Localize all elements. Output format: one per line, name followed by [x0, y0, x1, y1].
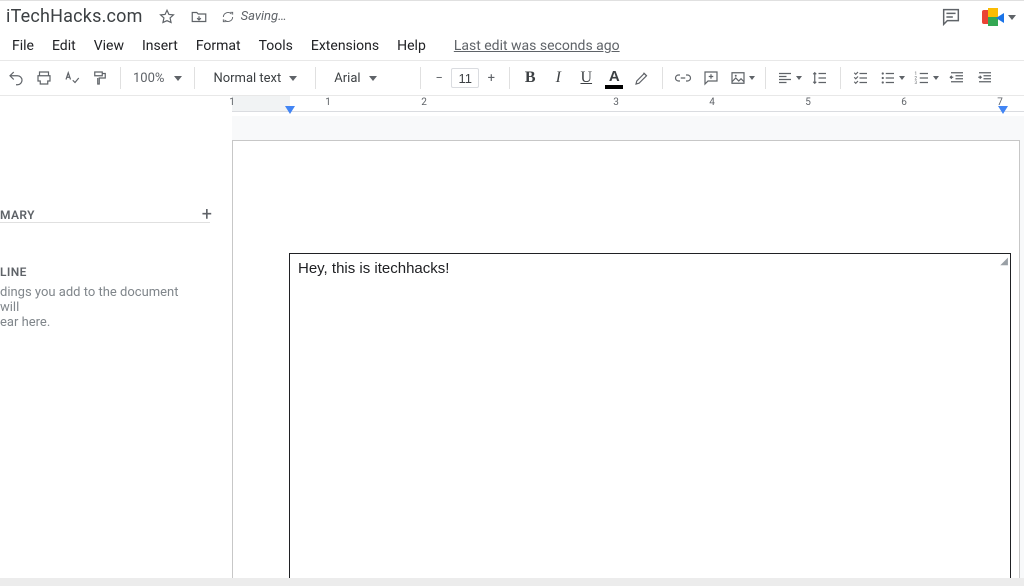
italic-button[interactable]: I [546, 65, 570, 91]
menu-tools[interactable]: Tools [251, 35, 301, 57]
separator [120, 67, 121, 89]
insert-link-button[interactable] [671, 65, 695, 91]
font-size-increase-button[interactable]: + [481, 68, 501, 88]
menu-insert[interactable]: Insert [134, 35, 186, 57]
font-size-decrease-button[interactable]: − [429, 68, 449, 88]
text-box[interactable]: ◢ Hey, this is itechhacks! [289, 253, 1011, 578]
separator [840, 67, 841, 89]
chevron-down-icon [1008, 15, 1016, 20]
document-title[interactable]: iTechHacks.com [6, 6, 143, 27]
chevron-down-icon [289, 76, 297, 81]
separator [315, 67, 316, 89]
paint-format-button[interactable] [88, 65, 112, 91]
separator [194, 67, 195, 89]
insert-comment-button[interactable] [699, 65, 723, 91]
bold-glyph: B [525, 69, 536, 87]
titlebar-right [938, 1, 1016, 33]
outline-label: LINE [0, 265, 216, 279]
undo-button[interactable] [4, 65, 28, 91]
separator [509, 67, 510, 89]
font-select[interactable]: Arial [324, 65, 412, 91]
underline-button[interactable]: U [574, 65, 598, 91]
zoom-select[interactable]: 100% [129, 71, 186, 86]
ruler-number: 4 [709, 97, 715, 108]
ruler-number: 1 [229, 97, 235, 108]
menu-help[interactable]: Help [389, 35, 434, 57]
underline-glyph: U [580, 69, 592, 87]
zoom-value: 100% [133, 71, 164, 86]
align-button[interactable] [774, 65, 804, 91]
ruler-number: 3 [613, 97, 619, 108]
decrease-indent-button[interactable] [945, 65, 969, 91]
menu-bar: File Edit View Insert Format Tools Exten… [0, 32, 1024, 60]
ruler-right-margin-marker[interactable] [998, 106, 1008, 114]
ruler-number: 5 [805, 97, 811, 108]
saving-status: Saving… [221, 9, 287, 24]
comment-history-icon[interactable] [938, 4, 964, 30]
bold-button[interactable]: B [518, 65, 542, 91]
horizontal-scrollbar[interactable] [0, 578, 1024, 586]
menu-edit[interactable]: Edit [44, 35, 84, 57]
editor-area[interactable]: ◢ Hey, this is itechhacks! [232, 116, 1024, 578]
ruler-number: 2 [421, 97, 427, 108]
ruler-indent-marker[interactable] [285, 106, 295, 114]
summary-row: MARY + [0, 198, 216, 231]
chevron-down-icon [796, 76, 802, 80]
menu-extensions[interactable]: Extensions [303, 35, 387, 57]
separator [420, 67, 421, 89]
text-color-glyph: A [609, 68, 620, 85]
ruler-numbers: 1 1 2 3 4 5 6 7 [232, 96, 1024, 111]
ruler[interactable]: 1 1 2 3 4 5 6 7 [232, 96, 1024, 112]
chevron-down-icon [174, 76, 182, 81]
meet-button[interactable] [982, 8, 1016, 26]
bulleted-list-button[interactable] [877, 65, 907, 91]
text-color-button[interactable]: A [602, 65, 626, 91]
ruler-number [519, 97, 521, 108]
font-size-input[interactable] [451, 68, 479, 88]
paragraph-style-select[interactable]: Normal text [203, 65, 307, 91]
saving-text: Saving… [241, 9, 287, 24]
menu-file[interactable]: File [4, 35, 42, 57]
separator [662, 67, 663, 89]
print-button[interactable] [32, 65, 56, 91]
resize-handle-icon[interactable]: ◢ [1000, 256, 1008, 267]
last-edit-link[interactable]: Last edit was seconds ago [454, 38, 620, 54]
line-spacing-button[interactable] [808, 65, 832, 91]
spellcheck-button[interactable] [60, 65, 84, 91]
insert-image-button[interactable] [727, 65, 757, 91]
checklist-button[interactable] [849, 65, 873, 91]
italic-glyph: I [556, 69, 561, 87]
title-icons [155, 4, 211, 30]
outline-sidebar: MARY + LINE dings you add to the documen… [0, 116, 232, 578]
chevron-down-icon [933, 76, 939, 80]
google-meet-icon [982, 8, 1004, 26]
ruler-number: 1 [325, 97, 331, 108]
paragraph-style-value: Normal text [213, 71, 281, 86]
page[interactable]: ◢ Hey, this is itechhacks! [232, 140, 1020, 578]
outline-hint: dings you add to the document will ear h… [0, 285, 216, 330]
chevron-down-icon [369, 76, 377, 81]
separator [765, 67, 766, 89]
document-body-text[interactable]: Hey, this is itechhacks! [298, 260, 449, 277]
chevron-down-icon [899, 76, 905, 80]
menu-format[interactable]: Format [188, 35, 249, 57]
svg-text:3: 3 [915, 80, 918, 86]
workspace: MARY + LINE dings you add to the documen… [0, 116, 1024, 578]
highlight-button[interactable] [630, 65, 654, 91]
chevron-down-icon [749, 76, 755, 80]
move-icon[interactable] [187, 4, 211, 30]
toolbar: 100% Normal text Arial − + B I U A 123 [0, 60, 1024, 96]
add-summary-button[interactable]: + [198, 204, 216, 225]
ruler-number: 6 [901, 97, 907, 108]
menu-view[interactable]: View [86, 35, 132, 57]
summary-label: MARY [0, 208, 35, 222]
font-size-stepper: − + [429, 68, 501, 88]
cloud-sync-icon [221, 10, 235, 24]
title-bar: iTechHacks.com Saving… [0, 0, 1024, 32]
star-icon[interactable] [155, 4, 179, 30]
increase-indent-button[interactable] [973, 65, 997, 91]
outline-block: LINE dings you add to the document will … [0, 265, 216, 330]
font-value: Arial [334, 71, 360, 86]
numbered-list-button[interactable]: 123 [911, 65, 941, 91]
